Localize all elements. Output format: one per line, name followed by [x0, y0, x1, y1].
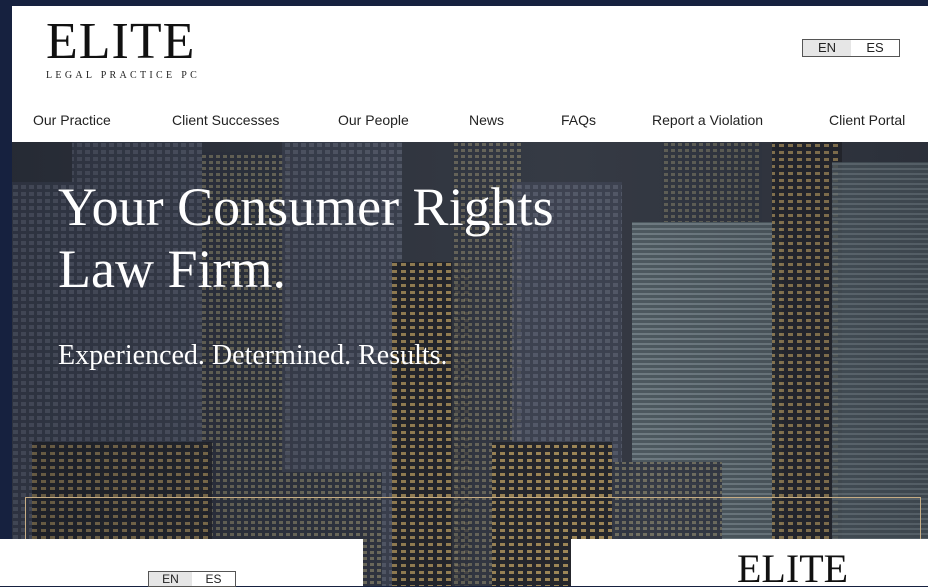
brand-name: ELITE [46, 13, 196, 70]
preview-language-switcher: EN ES [148, 571, 236, 587]
hero-title-line1: Your Consumer Rights [58, 177, 554, 237]
language-es-button[interactable]: ES [851, 40, 899, 56]
language-switcher: EN ES [802, 39, 900, 57]
nav-item-client-successes[interactable]: Client Successes [172, 112, 279, 128]
preview-card-right: ELITE [571, 539, 928, 586]
nav-item-report-violation[interactable]: Report a Violation [652, 112, 763, 128]
language-en-button[interactable]: EN [803, 40, 851, 56]
nav-item-news[interactable]: News [469, 112, 504, 128]
preview-brand-name: ELITE [737, 546, 849, 587]
brand-logo[interactable]: ELITE LEGAL PRACTICE PC [46, 13, 201, 82]
hero-title-line2: Law Firm. [58, 239, 286, 299]
brand-tagline: LEGAL PRACTICE PC [46, 70, 201, 81]
nav-item-client-portal[interactable]: Client Portal [829, 112, 905, 128]
nav-item-our-practice[interactable]: Our Practice [33, 112, 111, 128]
main-page-card: ELITE LEGAL PRACTICE PC EN ES Our Practi… [12, 6, 928, 586]
preview-language-es[interactable]: ES [192, 572, 235, 586]
hero-subtitle: Experienced. Determined. Results. [58, 340, 448, 371]
preview-language-en[interactable]: EN [149, 572, 192, 586]
nav-item-faqs[interactable]: FAQs [561, 112, 596, 128]
main-navigation: Our Practice Client Successes Our People… [12, 108, 928, 130]
hero-title: Your Consumer Rights Law Firm. [58, 176, 638, 300]
preview-card-left: EN ES [0, 539, 363, 587]
hero-banner: Your Consumer Rights Law Firm. Experienc… [12, 142, 928, 586]
nav-item-our-people[interactable]: Our People [338, 112, 409, 128]
